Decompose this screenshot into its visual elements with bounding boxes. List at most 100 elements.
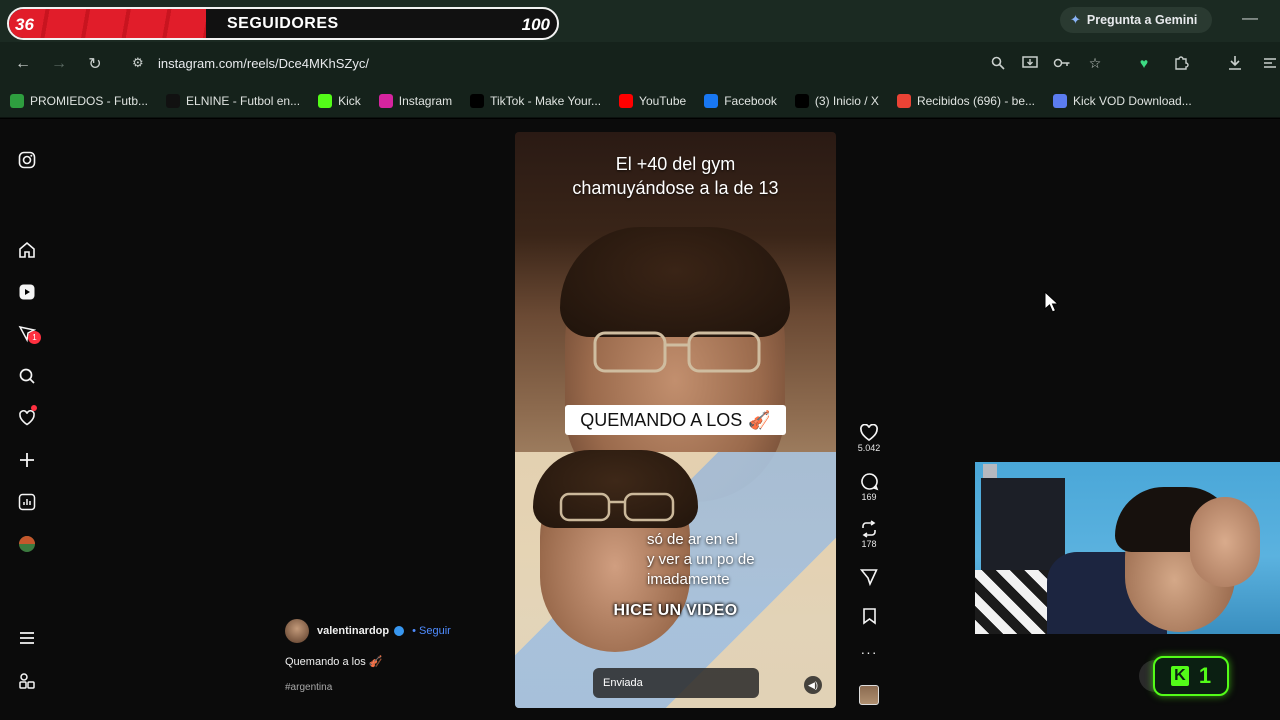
bookmark-item[interactable]: Kick VOD Download... xyxy=(1053,93,1192,108)
bookmark-label: Kick VOD Download... xyxy=(1073,93,1192,108)
more-menu-icon[interactable] xyxy=(16,627,38,649)
comment-count: 169 xyxy=(861,492,877,502)
minimize-icon[interactable]: — xyxy=(1240,10,1260,30)
bookmark-item[interactable]: Kick xyxy=(318,93,361,108)
verified-badge-icon xyxy=(394,626,405,636)
address-bar[interactable]: ⚙ instagram.com/reels/Dce4MKhSZyc/ xyxy=(122,49,1122,77)
back-icon[interactable]: ← xyxy=(11,52,35,76)
facebook-icon xyxy=(704,93,719,108)
bookmark-item[interactable]: PROMIEDOS - Futb... xyxy=(10,93,149,108)
elnine-icon xyxy=(166,93,181,108)
comment-icon xyxy=(860,473,878,491)
bookmark-item[interactable]: Instagram xyxy=(378,93,452,108)
kick-vod-icon xyxy=(1053,93,1067,108)
more-dots-icon: ··· xyxy=(860,644,878,660)
create-plus-icon[interactable] xyxy=(16,449,38,471)
kick-viewer-count: 1 xyxy=(1198,663,1212,688)
bookmark-label: ELNINE - Futbol en... xyxy=(186,93,301,108)
author-avatar[interactable] xyxy=(285,619,309,643)
reload-icon[interactable]: ↻ xyxy=(83,52,107,76)
follower-goal-overlay: 36 SEGUIDORES 100 xyxy=(7,7,559,40)
x-icon xyxy=(794,93,809,108)
share-button[interactable] xyxy=(856,568,882,586)
extension-green-icon[interactable]: ♥ xyxy=(1134,53,1154,73)
bookmark-item[interactable]: (3) Inicio / X xyxy=(794,93,879,108)
bookmark-item[interactable]: YouTube xyxy=(619,93,687,108)
bookmark-item[interactable]: Facebook xyxy=(704,93,777,108)
extensions-puzzle-icon[interactable] xyxy=(1171,53,1191,73)
like-count: 5.042 xyxy=(857,443,881,453)
reel-top-caption-line: chamuyándose a la de 13 xyxy=(572,178,779,198)
profile-avatar-icon[interactable] xyxy=(16,533,38,555)
notifications-heart-icon[interactable] xyxy=(16,405,38,429)
reel-inset-glasses xyxy=(559,492,675,522)
reel-banner: QUEMANDO A LOS 🎻 xyxy=(565,405,786,435)
reel-top-caption-line: El +40 del gym xyxy=(615,154,736,174)
follower-label: SEGUIDORES xyxy=(227,15,339,32)
promiedos-icon xyxy=(10,93,24,108)
bookmark-star-icon[interactable]: ☆ xyxy=(1085,53,1105,73)
reel-caption: Quemando a los 🎻 xyxy=(285,656,383,668)
home-icon[interactable] xyxy=(16,239,38,261)
bookmark-item[interactable]: Recibidos (696) - be... xyxy=(896,93,1035,108)
dashboard-icon[interactable] xyxy=(16,491,38,513)
bookmarks-bar: PROMIEDOS - Futb... ELNINE - Futbol en...… xyxy=(0,84,1280,118)
share-send-icon xyxy=(860,569,878,586)
download-icon[interactable] xyxy=(1225,53,1245,73)
reel-sent-label: Enviada xyxy=(593,668,759,698)
repost-icon xyxy=(862,520,876,538)
bookmark-label: YouTube xyxy=(639,93,687,108)
kick-logo-icon: K xyxy=(1170,666,1189,686)
reading-list-icon[interactable] xyxy=(1260,53,1280,73)
author-username[interactable]: valentinardop xyxy=(317,625,389,637)
like-button[interactable]: 5.042 xyxy=(856,424,882,453)
follower-progress-fill xyxy=(9,9,207,38)
reels-icon[interactable] xyxy=(16,281,38,303)
save-bookmark-icon xyxy=(862,608,876,625)
reel-video[interactable]: El +40 del gym chamuyándose a la de 13 Q… xyxy=(515,132,836,708)
reel-sub-caption-line: só de ar en el xyxy=(647,531,738,548)
bookmark-label: PROMIEDOS - Futb... xyxy=(30,93,149,108)
more-options-button[interactable]: ··· xyxy=(856,644,882,660)
reel-banner-emoji: 🎻 xyxy=(748,409,771,430)
follower-count: 36 xyxy=(15,15,34,34)
forward-icon[interactable]: → xyxy=(47,52,71,76)
gemini-button[interactable]: ✦ Pregunta a Gemini xyxy=(1060,7,1212,33)
instagram-logo-icon[interactable] xyxy=(16,149,38,171)
repost-button[interactable]: 178 xyxy=(856,520,882,549)
reel-shout-caption: HICE UN VIDEO xyxy=(613,602,738,619)
reel-hashtag[interactable]: #argentina xyxy=(285,682,332,693)
streamer-webcam xyxy=(975,462,1280,634)
search-icon[interactable] xyxy=(16,365,38,387)
instagram-icon xyxy=(378,93,393,108)
reel-sub-caption-line: imadamente xyxy=(647,571,730,588)
reel-sub-caption: só de ar en el y ver a un po de imadamen… xyxy=(647,530,827,590)
address-url[interactable]: instagram.com/reels/Dce4MKhSZyc/ xyxy=(158,56,369,71)
save-button[interactable] xyxy=(856,607,882,625)
bookmark-item[interactable]: ELNINE - Futbol en... xyxy=(166,93,301,108)
tiktok-icon xyxy=(470,93,485,108)
reel-banner-text: QUEMANDO A LOS xyxy=(580,409,743,430)
repost-count: 178 xyxy=(861,539,877,549)
kick-viewer-badge: K 1 xyxy=(1153,656,1229,696)
messages-icon[interactable]: 1 xyxy=(16,323,41,345)
bookmark-item[interactable]: TikTok - Make Your... xyxy=(470,93,602,108)
reel-glasses xyxy=(593,331,761,373)
install-app-icon[interactable] xyxy=(1020,53,1040,73)
mute-icon[interactable]: ◀) xyxy=(804,676,822,694)
password-key-icon[interactable] xyxy=(1052,53,1072,73)
mouse-cursor-icon xyxy=(1044,291,1058,313)
comment-button[interactable]: 169 xyxy=(856,472,882,502)
site-settings-icon[interactable]: ⚙ xyxy=(132,55,144,71)
notification-dot xyxy=(31,405,37,411)
gemini-label: Pregunta a Gemini xyxy=(1086,13,1198,27)
bookmark-label: (3) Inicio / X xyxy=(814,93,879,108)
like-heart-icon xyxy=(860,424,878,442)
zoom-icon[interactable] xyxy=(988,53,1008,73)
follow-button[interactable]: • Seguir xyxy=(412,625,451,637)
bookmark-label: Kick xyxy=(338,93,361,108)
also-from-meta-icon[interactable] xyxy=(16,670,38,692)
audio-thumbnail[interactable] xyxy=(859,685,879,705)
kick-icon xyxy=(318,93,333,108)
bookmark-label: TikTok - Make Your... xyxy=(490,93,602,108)
